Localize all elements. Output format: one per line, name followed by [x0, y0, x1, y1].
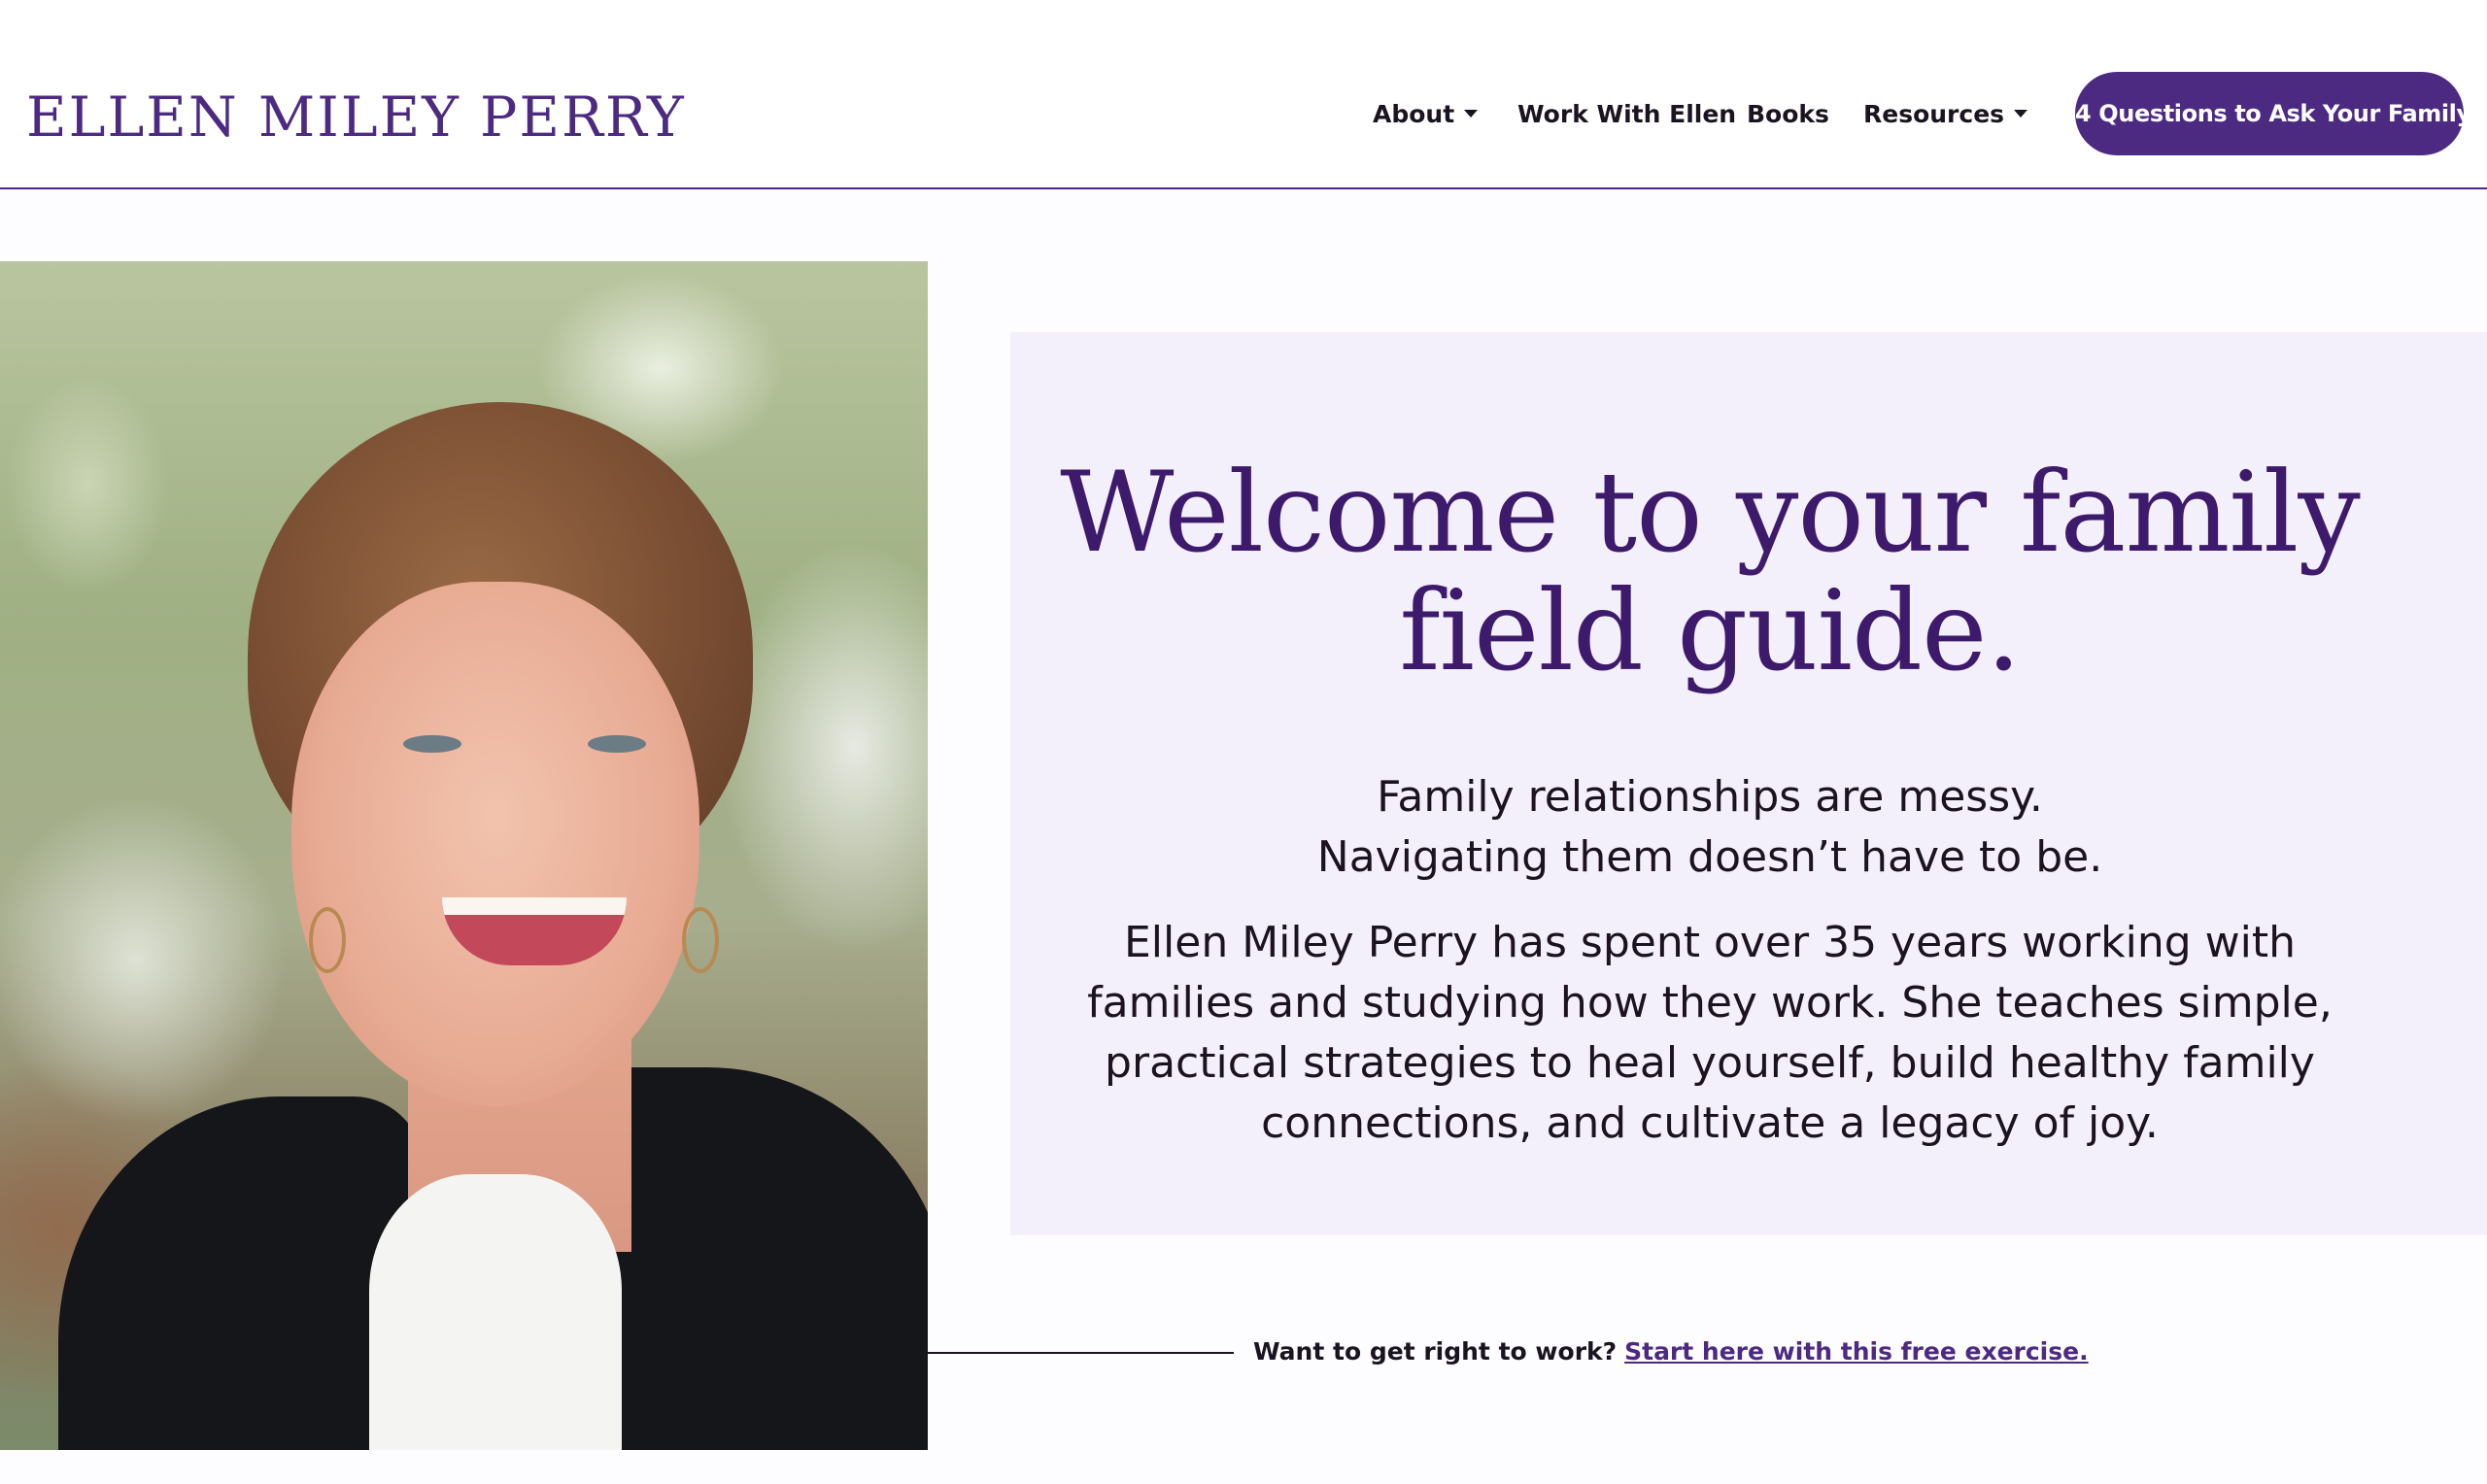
hero-title-line: Welcome to your family [1060, 448, 2361, 577]
caret-down-icon [1464, 110, 1479, 118]
portrait-face [291, 582, 699, 1106]
hero-body-text: Ellen Miley Perry has spent over 35 year… [1087, 918, 2333, 1148]
nav-item-resources[interactable]: Resources [1863, 93, 2028, 136]
free-exercise-callout: Want to get right to work? Start here wi… [1253, 1334, 2089, 1369]
nav-item-books[interactable]: Books [1747, 93, 1829, 136]
nav-item-label: Resources [1863, 100, 2005, 128]
caret-down-icon [2014, 110, 2028, 118]
free-exercise-lead: Want to get right to work? [1253, 1337, 1618, 1366]
portrait-eye-right [588, 735, 646, 753]
portrait-earring-left [309, 907, 346, 973]
nav-item-label: About [1373, 100, 1455, 128]
nav-item-label: Work With Ellen [1517, 100, 1737, 128]
divider-line [928, 1352, 1234, 1354]
hero-tagline-line: Navigating them doesn’t have to be. [1316, 832, 2103, 882]
site-logo[interactable]: ELLEN MILEY PERRY [26, 80, 686, 155]
nav-item-label: Books [1747, 100, 1829, 128]
hero-card: Welcome to your family field guide. Fami… [1010, 332, 2487, 1235]
site-header: ELLEN MILEY PERRY About Work With Ellen … [0, 0, 2487, 189]
portrait-shirt [369, 1174, 622, 1450]
hero-tagline-line: Family relationships are messy. [1377, 772, 2043, 822]
portrait-earring-right [682, 907, 719, 973]
hero-title-line: field guide. [1399, 566, 2021, 695]
hero-tagline: Family relationships are messy. Navigati… [1010, 767, 2409, 888]
portrait-eye-left [403, 735, 461, 753]
four-questions-button[interactable]: 4 Questions to Ask Your Family [2075, 72, 2471, 155]
free-exercise-link[interactable]: Start here with this free exercise. [1624, 1337, 2088, 1366]
ellen-portrait-photo [0, 261, 928, 1450]
nav-item-work-with-ellen[interactable]: Work With Ellen [1517, 93, 1736, 136]
nav-item-about[interactable]: About [1373, 93, 1479, 136]
hero-title: Welcome to your family field guide. [1010, 454, 2409, 691]
